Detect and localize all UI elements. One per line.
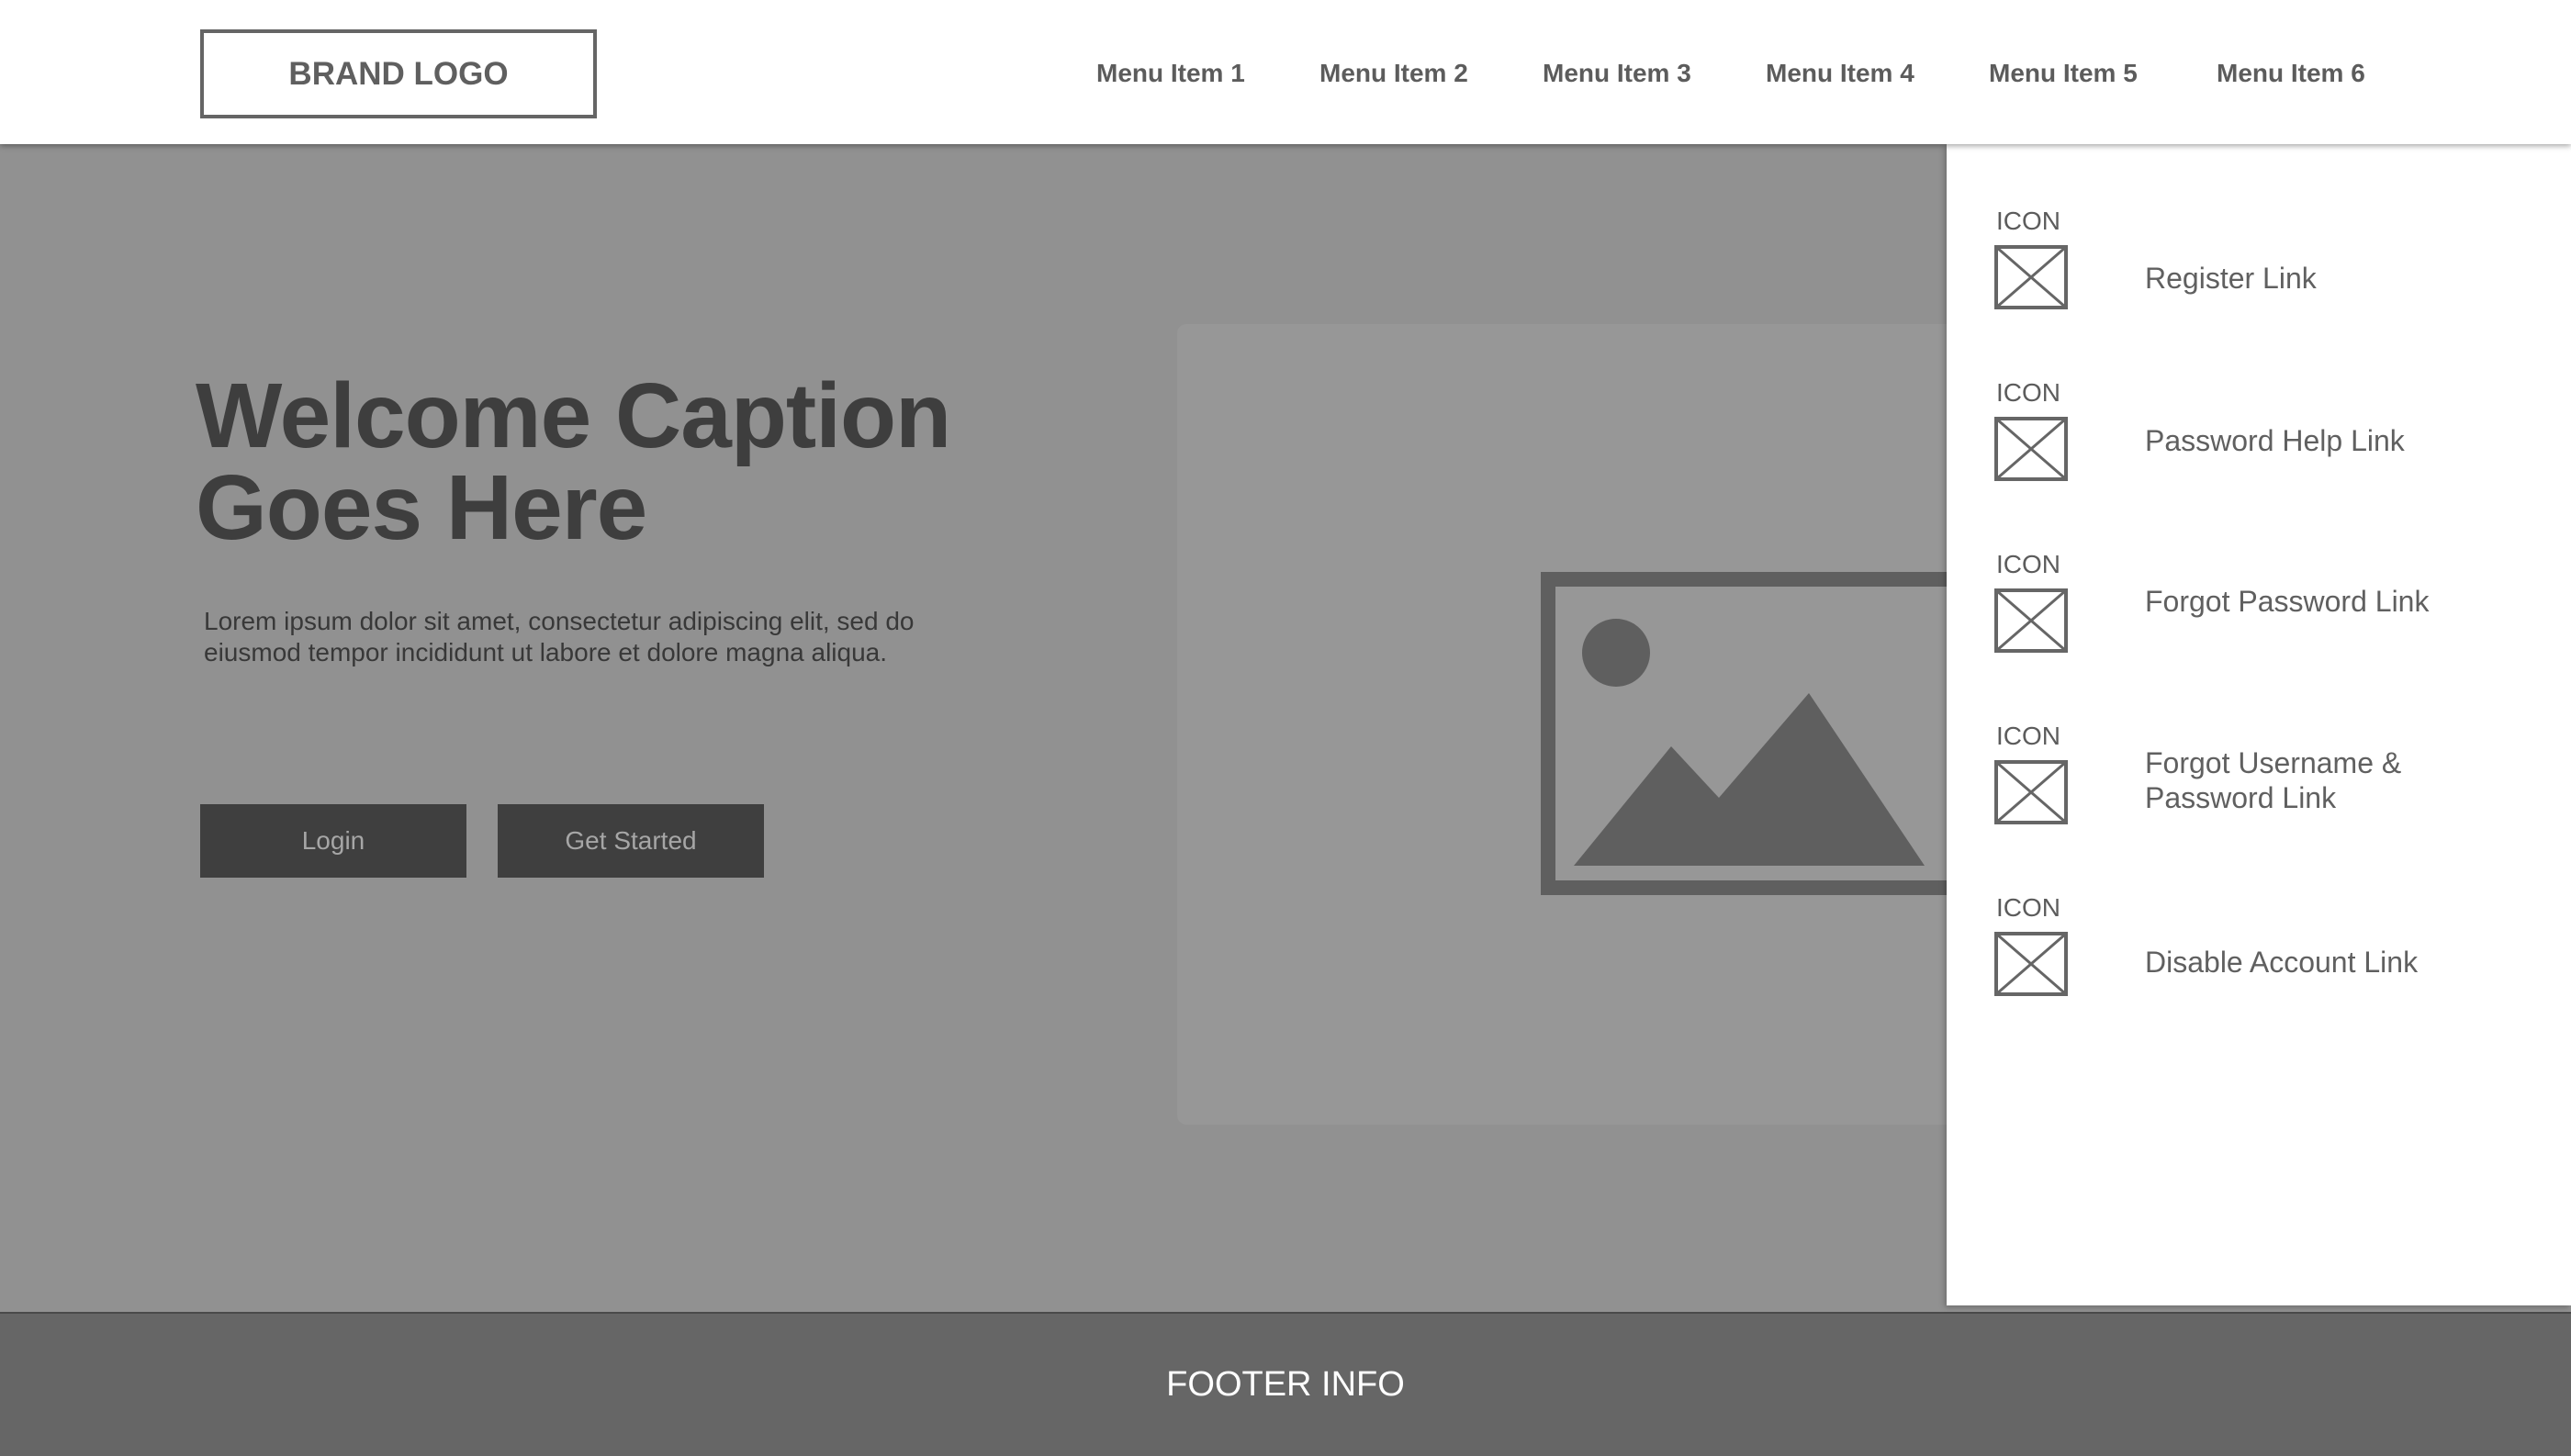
icon-label: ICON bbox=[1996, 378, 2060, 407]
dropdown-item-register[interactable]: ICON Register Link bbox=[1947, 207, 2571, 344]
dropdown-item-disable-account[interactable]: ICON Disable Account Link bbox=[1947, 893, 2571, 1031]
site-header: BRAND LOGO Menu Item 1 Menu Item 2 Menu … bbox=[0, 0, 2571, 144]
hero-description-line-2: eiusmod tempor incididunt ut labore et d… bbox=[204, 638, 888, 666]
login-button[interactable]: Login bbox=[200, 804, 466, 878]
link-text-line-1: Forgot Password Link bbox=[2145, 585, 2430, 618]
forgot-password-link[interactable]: Forgot Password Link bbox=[2145, 584, 2549, 619]
crossed-box-icon bbox=[1994, 932, 2068, 996]
nav-menu-item-3[interactable]: Menu Item 3 bbox=[1543, 59, 1691, 88]
dropdown-item-forgot-username-password[interactable]: ICON Forgot Username & Password Link bbox=[1947, 722, 2571, 859]
main-nav: Menu Item 1 Menu Item 2 Menu Item 3 Menu… bbox=[0, 59, 2571, 95]
forgot-username-password-link[interactable]: Forgot Username & Password Link bbox=[2145, 745, 2549, 815]
disable-account-link[interactable]: Disable Account Link bbox=[2145, 945, 2549, 980]
crossed-box-icon bbox=[1994, 245, 2068, 309]
hero-description-line-1: Lorem ipsum dolor sit amet, consectetur … bbox=[204, 607, 915, 635]
hero-image-card bbox=[1177, 324, 2004, 1125]
link-text-line-1: Password Help Link bbox=[2145, 424, 2405, 457]
link-text-line-1: Disable Account Link bbox=[2145, 946, 2419, 979]
link-text-line-1: Forgot Username & bbox=[2145, 746, 2402, 779]
footer-info: FOOTER INFO bbox=[1166, 1365, 1405, 1404]
welcome-caption-line-2: Goes Here bbox=[196, 456, 647, 559]
crossed-box-icon bbox=[1994, 760, 2068, 824]
crossed-box-icon bbox=[1994, 588, 2068, 653]
link-text-line-1: Register Link bbox=[2145, 262, 2317, 295]
icon-label: ICON bbox=[1996, 207, 2060, 235]
get-started-button[interactable]: Get Started bbox=[498, 804, 764, 878]
icon-label: ICON bbox=[1996, 722, 2060, 750]
nav-menu-item-2[interactable]: Menu Item 2 bbox=[1319, 59, 1468, 88]
password-help-link[interactable]: Password Help Link bbox=[2145, 423, 2549, 458]
nav-menu-item-6[interactable]: Menu Item 6 bbox=[2217, 59, 2365, 88]
image-placeholder-icon bbox=[1541, 572, 1963, 895]
hero-description: Lorem ipsum dolor sit amet, consectetur … bbox=[204, 606, 994, 668]
dropdown-item-password-help[interactable]: ICON Password Help Link bbox=[1947, 378, 2571, 516]
welcome-caption-line-1: Welcome Caption bbox=[196, 364, 951, 467]
crossed-box-icon bbox=[1994, 417, 2068, 481]
icon-label: ICON bbox=[1996, 893, 2060, 922]
icon-label: ICON bbox=[1996, 550, 2060, 578]
account-dropdown-panel: ICON Register Link ICON Password Help Li… bbox=[1947, 144, 2571, 1305]
nav-menu-item-1[interactable]: Menu Item 1 bbox=[1096, 59, 1245, 88]
page: BRAND LOGO Menu Item 1 Menu Item 2 Menu … bbox=[0, 0, 2571, 1456]
dropdown-item-forgot-password[interactable]: ICON Forgot Password Link bbox=[1947, 550, 2571, 688]
link-text-line-2: Password Link bbox=[2145, 781, 2337, 814]
nav-menu-item-4[interactable]: Menu Item 4 bbox=[1766, 59, 1914, 88]
register-link[interactable]: Register Link bbox=[2145, 261, 2549, 296]
welcome-caption: Welcome Caption Goes Here bbox=[196, 370, 1022, 554]
site-footer: FOOTER INFO bbox=[0, 1312, 2571, 1456]
nav-menu-item-5[interactable]: Menu Item 5 bbox=[1989, 59, 2138, 88]
